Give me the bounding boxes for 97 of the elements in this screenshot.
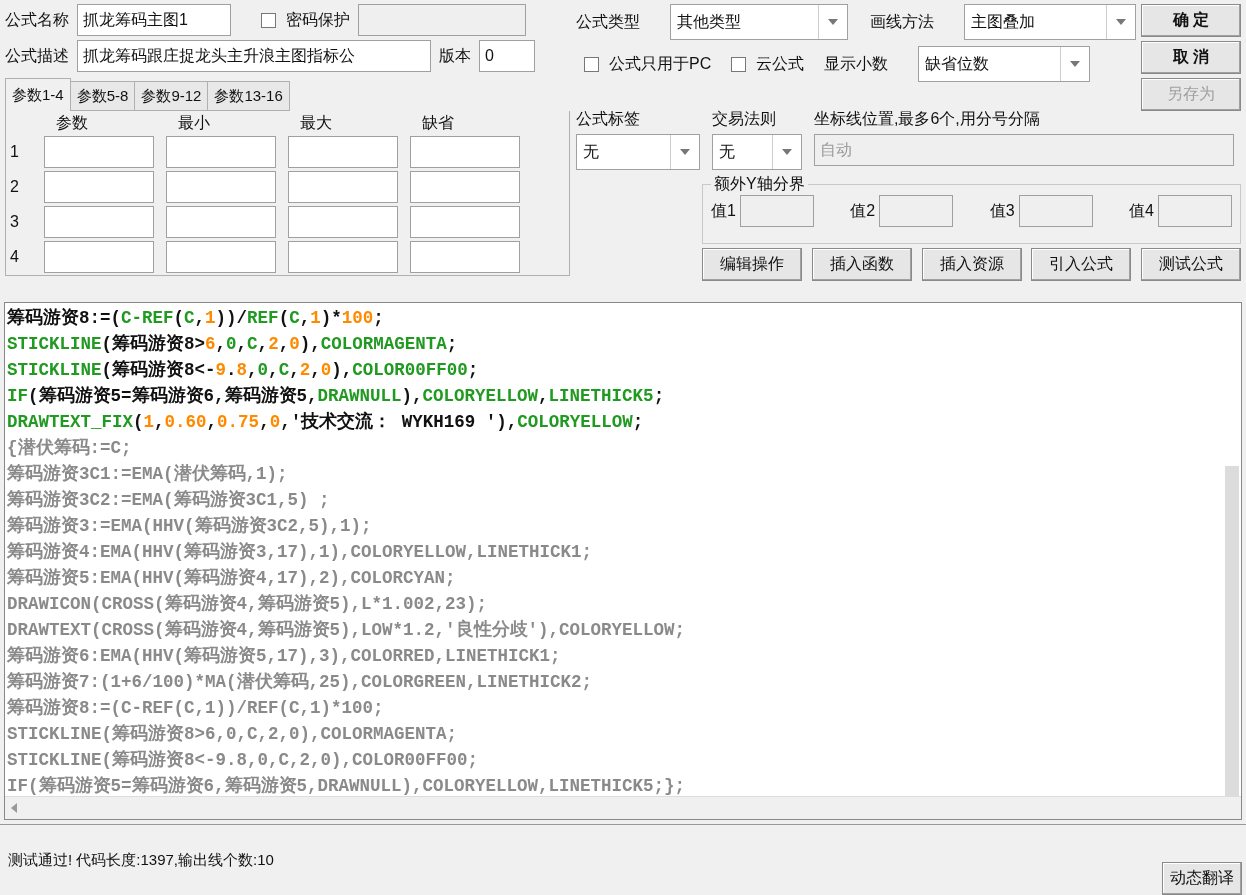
dialog-button[interactable]: 确 定 xyxy=(1141,4,1241,37)
input-field[interactable] xyxy=(739,195,814,227)
code-line: {潜伏筹码:=C; xyxy=(7,437,133,460)
description-field[interactable]: 抓龙筹码跟庄捉龙头主升浪主图指标公 xyxy=(77,40,431,72)
code-line: 筹码游资3C1:=EMA(潜伏筹码,1); xyxy=(7,463,289,486)
dialog-button[interactable]: 取 消 xyxy=(1141,41,1241,74)
password-field[interactable] xyxy=(358,4,526,36)
code-line: 筹码游资4:EMA(HHV(筹码游资3,17),1),COLORYELLOW,LINETHICK1; xyxy=(7,541,594,564)
horizontal-scrollbar[interactable] xyxy=(5,796,1241,819)
input-field[interactable] xyxy=(288,241,398,273)
column-header: 缺省 xyxy=(421,113,455,133)
caret-icon xyxy=(680,149,690,155)
input-field[interactable] xyxy=(1158,195,1232,227)
scroll-left-icon[interactable] xyxy=(11,803,17,813)
field-label: 公式描述 xyxy=(5,45,69,66)
caret-icon xyxy=(782,149,792,155)
field-label: 交易法则 xyxy=(712,109,777,129)
code-line: STICKLINE(筹码游资8>6,0,C,2,0),COLORMAGENTA; xyxy=(7,723,459,746)
code-line: 筹码游资6:EMA(HHV(筹码游资5,17),3),COLORRED,LINETHICK1; xyxy=(7,645,562,668)
field-label: 值3 xyxy=(989,200,1015,221)
status-text: 测试通过! 代码长度:1397,输出线个数:10 xyxy=(8,850,274,870)
input-field[interactable] xyxy=(166,136,276,168)
field-label: 公式标签 xyxy=(576,109,641,129)
field-label: 坐标线位置,最多6个,用分号分隔 xyxy=(814,109,1041,129)
input-field[interactable] xyxy=(44,241,154,273)
row-number: 1 xyxy=(10,143,20,161)
type-dropdown[interactable]: 其他类型 xyxy=(670,4,848,40)
translate-button[interactable]: 动态翻译 xyxy=(1162,862,1242,895)
input-field[interactable] xyxy=(410,241,520,273)
row-number: 2 xyxy=(10,178,20,196)
input-field[interactable] xyxy=(166,206,276,238)
code-line: DRAWICON(CROSS(筹码游资4,筹码游资5),L*1.002,23); xyxy=(7,593,489,616)
code-line: IF(筹码游资5=筹码游资6,筹码游资5,DRAWNULL),COLORYELLOW,LINETHICK5;}; xyxy=(7,775,687,796)
trade-rule-dropdown[interactable]: 无 xyxy=(712,134,802,170)
input-field[interactable] xyxy=(44,136,154,168)
toolbar-button[interactable]: 插入资源 xyxy=(921,248,1022,281)
checkbox[interactable] xyxy=(261,12,276,28)
toolbar-button[interactable]: 测试公式 xyxy=(1141,248,1241,281)
checkbox[interactable] xyxy=(731,56,747,72)
checkbox-label: 密码保护 xyxy=(286,9,350,30)
code-line: 筹码游资3:=EMA(HHV(筹码游资3C2,5),1); xyxy=(7,515,373,538)
checkbox[interactable] xyxy=(584,56,599,72)
draw-method-dropdown[interactable]: 主图叠加 xyxy=(964,4,1136,40)
toolbar-button[interactable]: 插入函数 xyxy=(811,248,912,281)
field-label: 值4 xyxy=(1129,200,1154,221)
caret-icon xyxy=(1070,61,1081,67)
code-line: STICKLINE(筹码游资8<-9.8,0,C,2,0),COLOR00FF00; xyxy=(7,359,480,382)
input-field[interactable] xyxy=(44,206,154,238)
field-label: 显示小数 xyxy=(824,53,890,74)
toolbar-button[interactable]: 编辑操作 xyxy=(702,248,802,281)
code-line: STICKLINE(筹码游资8>6,0,C,2,0),COLORMAGENTA; xyxy=(7,333,459,356)
input-field[interactable] xyxy=(288,206,398,238)
caret-icon xyxy=(1116,19,1126,25)
code-line: 筹码游资8:=(C-REF(C,1))/REF(C,1)*100; xyxy=(7,697,385,720)
group-title: 额外Y轴分界 xyxy=(713,174,806,194)
code-editor[interactable] xyxy=(4,302,1242,820)
field-label: 画线方法 xyxy=(870,11,935,32)
input-field[interactable] xyxy=(288,171,398,203)
decimals-dropdown[interactable]: 缺省位数 xyxy=(918,46,1091,82)
param-tab[interactable]: 参数13-16 xyxy=(207,81,290,111)
row-number: 4 xyxy=(10,248,20,266)
field-label: 公式类型 xyxy=(576,11,641,32)
name-field[interactable]: 抓龙筹码主图1 xyxy=(77,4,231,36)
code-line: STICKLINE(筹码游资8<-9.8,0,C,2,0),COLOR00FF00; xyxy=(7,749,480,772)
column-header: 最小 xyxy=(177,113,211,133)
caret-icon xyxy=(828,19,838,25)
code-line: 筹码游资7:(1+6/100)*MA(潜伏筹码,25),COLORGREEN,LINETHICK2; xyxy=(7,671,594,694)
param-tab[interactable]: 参数5-8 xyxy=(69,81,136,111)
input-field[interactable] xyxy=(44,171,154,203)
input-field[interactable] xyxy=(166,171,276,203)
toolbar-button[interactable]: 引入公式 xyxy=(1031,248,1132,281)
input-field[interactable] xyxy=(288,136,398,168)
input-field[interactable] xyxy=(879,195,954,227)
param-tab[interactable]: 参数9-12 xyxy=(134,81,209,111)
input-field[interactable] xyxy=(1018,195,1093,227)
version-field[interactable]: 0 xyxy=(479,40,535,72)
field-label: 值1 xyxy=(711,200,736,221)
tag-dropdown[interactable]: 无 xyxy=(576,134,700,170)
input-field[interactable] xyxy=(410,171,520,203)
field-label: 公式名称 xyxy=(5,9,69,30)
param-tab[interactable]: 参数1-4 xyxy=(5,78,71,111)
code-line: 筹码游资5:EMA(HHV(筹码游资4,17),2),COLORCYAN; xyxy=(7,567,457,590)
checkbox-label: 云公式 xyxy=(756,53,805,74)
code-line: 筹码游资3C2:=EMA(筹码游资3C1,5) ; xyxy=(7,489,331,512)
input-field[interactable] xyxy=(410,136,520,168)
code-line: DRAWTEXT_FIX(1,0.60,0.75,0,'技术交流： WYKH169 '),COLORYELLOW; xyxy=(7,410,645,434)
field-label: 版本 xyxy=(439,45,471,66)
input-field[interactable] xyxy=(166,241,276,273)
checkbox-label: 公式只用于PC xyxy=(609,53,712,74)
row-number: 3 xyxy=(10,213,20,231)
code-line: DRAWTEXT(CROSS(筹码游资4,筹码游资5),LOW*1.2,'良性分歧'),COLORYELLOW; xyxy=(7,618,687,642)
field-label: 值2 xyxy=(850,200,876,221)
column-header: 参数 xyxy=(55,113,89,133)
code-line: 筹码游资8:=(C-REF(C,1))/REF(C,1)*100; xyxy=(7,307,385,330)
code-line: IF(筹码游资5=筹码游资6,筹码游资5,DRAWNULL),COLORYELLOW,LINETHICK5; xyxy=(7,385,666,408)
column-header: 最大 xyxy=(299,113,333,133)
input-field[interactable] xyxy=(410,206,520,238)
